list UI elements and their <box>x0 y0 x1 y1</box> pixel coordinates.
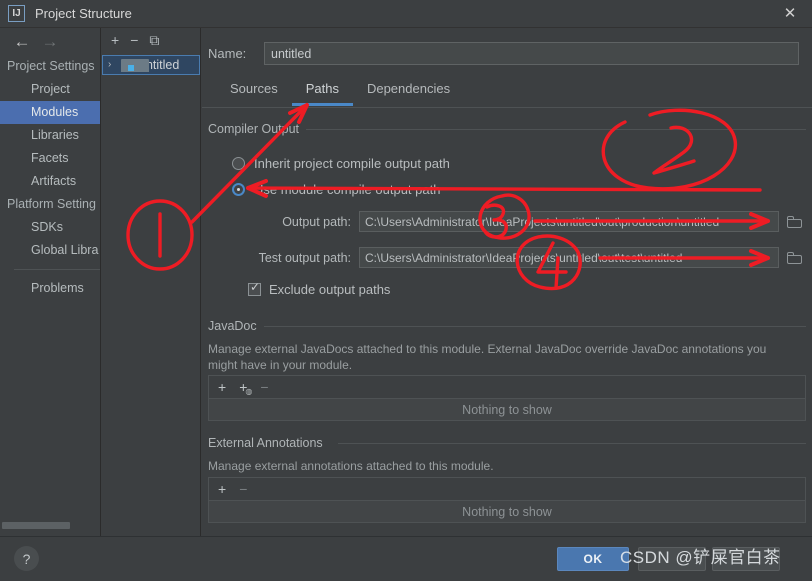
test-output-path-row: Test output path: <box>248 247 805 268</box>
chevron-right-icon[interactable]: › <box>108 60 117 70</box>
exclude-output-paths-label: Exclude output paths <box>269 282 391 297</box>
sidebar-item-facets[interactable]: Facets <box>0 147 100 170</box>
test-output-path-input[interactable] <box>359 247 779 268</box>
output-path-row: Output path: <box>248 211 805 232</box>
module-name-label: Name: <box>208 46 247 61</box>
external-annotations-list: + − Nothing to show <box>208 477 806 523</box>
close-icon[interactable]: ✕ <box>782 6 798 22</box>
sidebar-group-project-settings: Project Settings <box>7 59 95 73</box>
tab-sources[interactable]: Sources <box>216 78 292 106</box>
javadoc-empty-text: Nothing to show <box>209 399 805 420</box>
module-tabs: Sources Paths Dependencies <box>216 78 464 106</box>
radio-use-module-label: Use module compile output path <box>254 182 441 197</box>
window-title: Project Structure <box>35 6 132 21</box>
sidebar-item-modules[interactable]: Modules <box>0 101 100 124</box>
globe-icon: ◍ <box>245 387 253 396</box>
output-path-label: Output path: <box>282 214 351 229</box>
sidebar-nav-list: Project Settings Project Modules Librari… <box>0 55 100 300</box>
output-path-input[interactable] <box>359 211 779 232</box>
compiler-output-rule <box>306 129 806 130</box>
module-settings-pane: Name: Sources Paths Dependencies Compile… <box>202 28 812 536</box>
javadoc-list: + + ◍ − Nothing to show <box>208 375 806 421</box>
intellij-logo-icon: IJ <box>8 5 25 22</box>
javadoc-add-icon[interactable]: + <box>218 380 226 394</box>
cancel-button[interactable] <box>638 547 706 571</box>
copy-module-icon[interactable]: ⧉ <box>149 33 159 47</box>
test-output-path-browse-button[interactable] <box>783 247 805 268</box>
external-annotations-list-toolbar: + − <box>209 478 805 501</box>
module-name-input[interactable] <box>264 42 799 65</box>
remove-module-icon[interactable]: − <box>130 33 138 47</box>
radio-inherit-icon[interactable] <box>232 157 245 170</box>
sidebar-item-libraries[interactable]: Libraries <box>0 124 100 147</box>
sidebar-item-project[interactable]: Project <box>0 78 100 101</box>
javadoc-remove-icon[interactable]: − <box>260 380 268 394</box>
folder-browse-icon <box>786 251 802 264</box>
modules-toolbar: + − ⧉ <box>102 28 200 52</box>
sidebar-nav-bar: ← → <box>0 28 100 55</box>
settings-sidebar: ← → Project Settings Project Modules Lib… <box>0 28 101 536</box>
test-output-path-label: Test output path: <box>258 250 351 265</box>
tab-paths[interactable]: Paths <box>291 78 353 106</box>
sidebar-group-platform-settings: Platform Setting <box>7 197 96 211</box>
tab-dependencies[interactable]: Dependencies <box>353 78 464 106</box>
javadoc-description: Manage external JavaDocs attached to thi… <box>208 342 767 372</box>
help-button[interactable]: ? <box>14 546 39 571</box>
radio-use-module-icon[interactable] <box>232 183 245 196</box>
javadoc-add-url-icon[interactable]: + ◍ <box>239 380 252 396</box>
compiler-output-section-title: Compiler Output <box>208 122 307 136</box>
radio-inherit-project-output[interactable]: Inherit project compile output path <box>232 156 450 171</box>
module-tree-item-untitled[interactable]: › untitled <box>102 55 200 75</box>
exclude-output-paths-checkbox[interactable] <box>248 281 261 296</box>
sidebar-horizontal-scrollbar[interactable] <box>0 521 101 530</box>
tabs-underline <box>202 107 812 108</box>
sidebar-item-global-libraries[interactable]: Global Libra <box>0 239 100 262</box>
dialog-footer: ? OK <box>0 536 812 581</box>
modules-panel: + − ⧉ › untitled <box>102 28 201 536</box>
radio-use-module-output[interactable]: Use module compile output path <box>232 182 440 197</box>
sidebar-divider <box>14 269 100 270</box>
javadoc-list-toolbar: + + ◍ − <box>209 376 805 399</box>
module-name-row: Name: <box>208 42 799 65</box>
folder-browse-icon <box>786 215 802 228</box>
javadoc-section-title: JavaDoc <box>208 319 264 333</box>
output-path-browse-button[interactable] <box>783 211 805 232</box>
sidebar-item-artifacts[interactable]: Artifacts <box>0 170 100 193</box>
external-annotations-rule <box>338 443 806 444</box>
external-annotations-section-title: External Annotations <box>208 436 330 450</box>
external-annotations-description: Manage external annotations attached to … <box>208 459 494 473</box>
apply-button[interactable] <box>712 547 780 571</box>
exclude-output-paths-row[interactable]: Exclude output paths <box>248 281 391 297</box>
title-bar: IJ Project Structure ✕ <box>0 0 812 28</box>
back-arrow-icon[interactable]: ← <box>8 33 36 50</box>
javadoc-rule <box>264 326 806 327</box>
add-module-icon[interactable]: + <box>111 33 119 47</box>
external-annotations-add-icon[interactable]: + <box>218 482 226 496</box>
sidebar-item-sdks[interactable]: SDKs <box>0 216 100 239</box>
project-structure-dialog: IJ Project Structure ✕ ← → Project Setti… <box>0 0 812 581</box>
forward-arrow-icon[interactable]: → <box>36 33 64 50</box>
sidebar-item-problems[interactable]: Problems <box>0 277 100 300</box>
external-annotations-remove-icon[interactable]: − <box>239 482 247 496</box>
external-annotations-empty-text: Nothing to show <box>209 501 805 522</box>
ok-button[interactable]: OK <box>557 547 629 571</box>
radio-inherit-label: Inherit project compile output path <box>254 156 450 171</box>
scrollbar-thumb[interactable] <box>2 522 70 529</box>
module-folder-icon <box>121 59 149 72</box>
modules-tree: › untitled <box>102 55 200 75</box>
